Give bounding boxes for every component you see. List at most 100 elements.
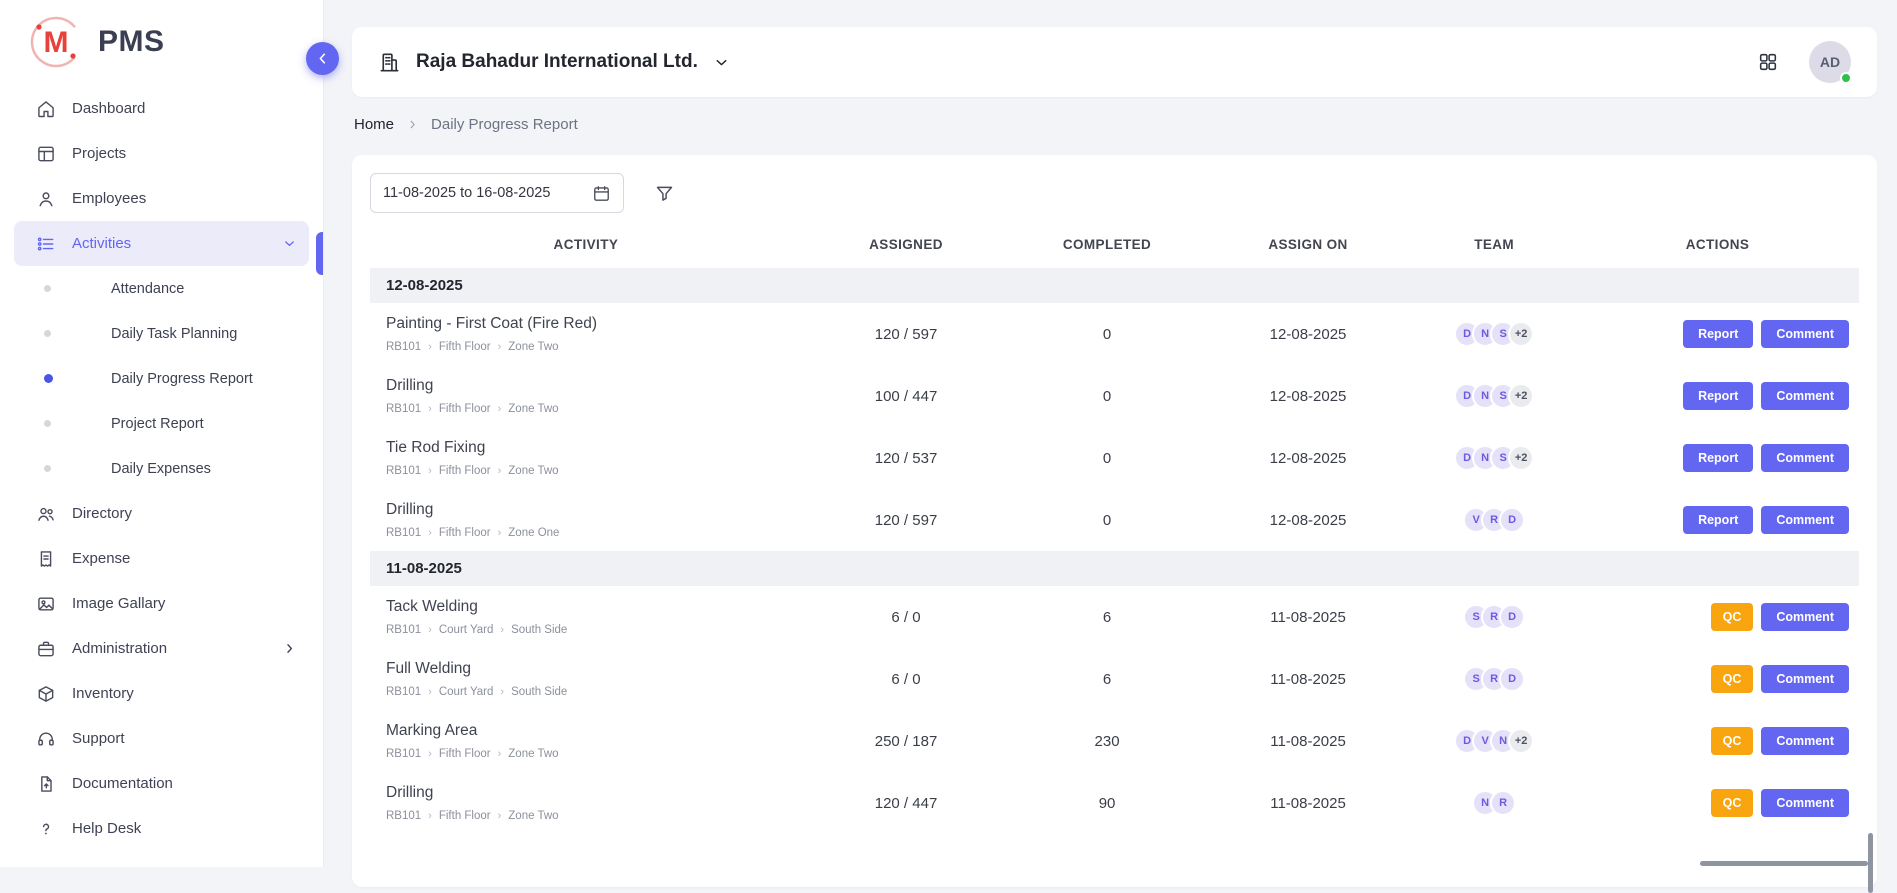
sidebar-item-activities[interactable]: Activities (14, 221, 309, 266)
comment-button[interactable]: Comment (1761, 603, 1849, 631)
report-button[interactable]: Report (1683, 320, 1753, 348)
sidebar-submenu: AttendanceDaily Task PlanningDaily Progr… (14, 266, 309, 491)
sidebar-subitem-label: Project Report (111, 416, 204, 432)
comment-button[interactable]: Comment (1761, 506, 1849, 534)
activity-name: Tack Welding (386, 598, 792, 616)
comment-button[interactable]: Comment (1761, 320, 1849, 348)
sidebar-subitem-attendance[interactable]: Attendance (14, 266, 309, 311)
employees-icon (36, 189, 56, 209)
assigned-value: 100 / 447 (802, 365, 1010, 427)
user-avatar[interactable]: AD (1809, 41, 1851, 83)
location-segment: Fifth Floor (439, 341, 491, 353)
location-segment: Fifth Floor (439, 748, 491, 760)
team-extra-count: +2 (1508, 321, 1534, 347)
team-member-avatar: D (1499, 507, 1525, 533)
activity-row: Painting - First Coat (Fire Red)RB101›Fi… (370, 303, 1859, 365)
filter-icon[interactable] (654, 183, 675, 204)
sidebar-item-employees[interactable]: Employees (14, 176, 309, 221)
report-button[interactable]: Report (1683, 506, 1753, 534)
activity-name: Marking Area (386, 722, 792, 740)
chevron-right-icon: › (428, 465, 432, 477)
column-header-team: TEAM (1412, 227, 1576, 268)
sidebar-item-directory[interactable]: Directory (14, 491, 309, 536)
building-icon (378, 51, 401, 74)
sidebar-item-expense[interactable]: Expense (14, 536, 309, 581)
sidebar-subitem-daily-expenses[interactable]: Daily Expenses (14, 446, 309, 491)
sidebar-subitem-label: Daily Expenses (111, 461, 211, 477)
sidebar-item-label: Image Gallary (72, 595, 297, 612)
activity-row: DrillingRB101›Fifth Floor›Zone One120 / … (370, 489, 1859, 551)
location-segment: Zone Two (508, 341, 558, 353)
company-selector[interactable]: Raja Bahadur International Ltd. (378, 51, 730, 74)
sidebar-item-support[interactable]: Support (14, 716, 309, 761)
location-segment: RB101 (386, 403, 421, 415)
activity-row: DrillingRB101›Fifth Floor›Zone Two120 / … (370, 772, 1859, 834)
sidebar-item-label: Documentation (72, 775, 297, 792)
breadcrumb-current: Daily Progress Report (431, 116, 578, 133)
location-segment: RB101 (386, 810, 421, 822)
bullet-icon (44, 285, 51, 292)
comment-button[interactable]: Comment (1761, 382, 1849, 410)
comment-button[interactable]: Comment (1761, 789, 1849, 817)
assign-on-date: 11-08-2025 (1204, 586, 1412, 648)
helpdesk-icon (36, 819, 56, 839)
chevron-right-icon: › (498, 748, 502, 760)
qc-button[interactable]: QC (1711, 789, 1754, 817)
support-icon (36, 729, 56, 749)
sidebar-item-dashboard[interactable]: Dashboard (14, 86, 309, 131)
sidebar-item-documentation[interactable]: Documentation (14, 761, 309, 806)
qc-button[interactable]: QC (1711, 603, 1754, 631)
activity-location: RB101›Fifth Floor›Zone One (386, 527, 792, 539)
vertical-scrollbar[interactable] (1868, 833, 1873, 893)
activity-row: DrillingRB101›Fifth Floor›Zone Two100 / … (370, 365, 1859, 427)
activity-row: Marking AreaRB101›Fifth Floor›Zone Two25… (370, 710, 1859, 772)
completed-value: 0 (1010, 365, 1204, 427)
comment-button[interactable]: Comment (1761, 444, 1849, 472)
sidebar-menu: DashboardProjectsEmployeesActivitiesAtte… (0, 86, 323, 851)
breadcrumb-home[interactable]: Home (354, 116, 394, 133)
horizontal-scrollbar[interactable] (1700, 861, 1868, 866)
sidebar-subitem-daily-progress-report[interactable]: Daily Progress Report (14, 356, 309, 401)
activity-location: RB101›Fifth Floor›Zone Two (386, 465, 792, 477)
sidebar-item-help-desk[interactable]: Help Desk (14, 806, 309, 851)
sidebar-subitem-daily-task-planning[interactable]: Daily Task Planning (14, 311, 309, 356)
activity-location: RB101›Fifth Floor›Zone Two (386, 341, 792, 353)
app-logo[interactable]: M PMS (0, 0, 323, 80)
date-range-input[interactable]: 11-08-2025 to 16-08-2025 (370, 173, 624, 213)
qc-button[interactable]: QC (1711, 665, 1754, 693)
chevron-right-icon: › (428, 403, 432, 415)
comment-button[interactable]: Comment (1761, 727, 1849, 755)
team-extra-count: +2 (1508, 383, 1534, 409)
assigned-value: 120 / 447 (802, 772, 1010, 834)
administration-icon (36, 639, 56, 659)
location-segment: RB101 (386, 527, 421, 539)
sidebar-item-projects[interactable]: Projects (14, 131, 309, 176)
comment-button[interactable]: Comment (1761, 665, 1849, 693)
qc-button[interactable]: QC (1711, 727, 1754, 755)
assign-on-date: 11-08-2025 (1204, 772, 1412, 834)
projects-icon (36, 144, 56, 164)
column-header-assign-on: ASSIGN ON (1204, 227, 1412, 268)
sidebar-item-inventory[interactable]: Inventory (14, 671, 309, 716)
sidebar-collapse-button[interactable] (306, 42, 339, 75)
logo-letter: M (44, 26, 69, 59)
row-actions: QCComment (1582, 603, 1853, 631)
directory-icon (36, 504, 56, 524)
apps-grid-icon[interactable] (1757, 51, 1779, 73)
sidebar-item-administration[interactable]: Administration (14, 626, 309, 671)
date-group-row: 12-08-2025 (370, 268, 1859, 303)
location-segment: Court Yard (439, 686, 494, 698)
avatar-initials: AD (1820, 54, 1840, 70)
report-button[interactable]: Report (1683, 382, 1753, 410)
activity-row: Full WeldingRB101›Court Yard›South Side6… (370, 648, 1859, 710)
sidebar-subitem-project-report[interactable]: Project Report (14, 401, 309, 446)
progress-table: ACTIVITYASSIGNEDCOMPLETEDASSIGN ONTEAMAC… (370, 227, 1859, 834)
completed-value: 0 (1010, 489, 1204, 551)
team-avatars: NR (1418, 790, 1570, 816)
column-header-actions: ACTIONS (1576, 227, 1859, 268)
assigned-value: 120 / 597 (802, 303, 1010, 365)
row-actions: Report Comment (1582, 506, 1853, 534)
report-button[interactable]: Report (1683, 444, 1753, 472)
sidebar-item-image-gallary[interactable]: Image Gallary (14, 581, 309, 626)
completed-value: 90 (1010, 772, 1204, 834)
